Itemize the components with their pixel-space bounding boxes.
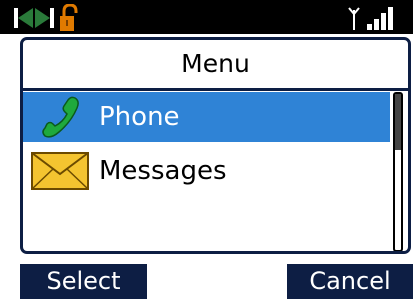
menu-item-phone[interactable]: Phone [23,92,390,142]
menu-item-label: Phone [99,102,180,132]
menu-panel: Menu Phone Messages [20,37,411,254]
menu-list: Phone Messages [23,92,390,251]
scrollbar[interactable] [393,92,403,251]
menu-item-label: Messages [99,156,227,186]
unlocked-padlock-icon [60,3,78,31]
softkey-bar: Select Cancel [20,264,413,299]
signal-strength-icon [367,7,393,30]
envelope-icon [31,148,89,194]
scroll-thumb[interactable] [395,94,401,150]
menu-item-messages[interactable]: Messages [23,146,390,196]
status-left-icons [14,3,94,32]
cancel-softkey[interactable]: Cancel [287,264,413,299]
phone-handset-icon [31,94,89,140]
title-divider [23,88,408,91]
menu-title: Menu [181,49,250,78]
status-right-icons [325,4,405,32]
status-bar [0,0,413,34]
skip-icon [14,8,54,28]
antenna-icon [348,7,360,30]
select-softkey[interactable]: Select [20,264,147,299]
